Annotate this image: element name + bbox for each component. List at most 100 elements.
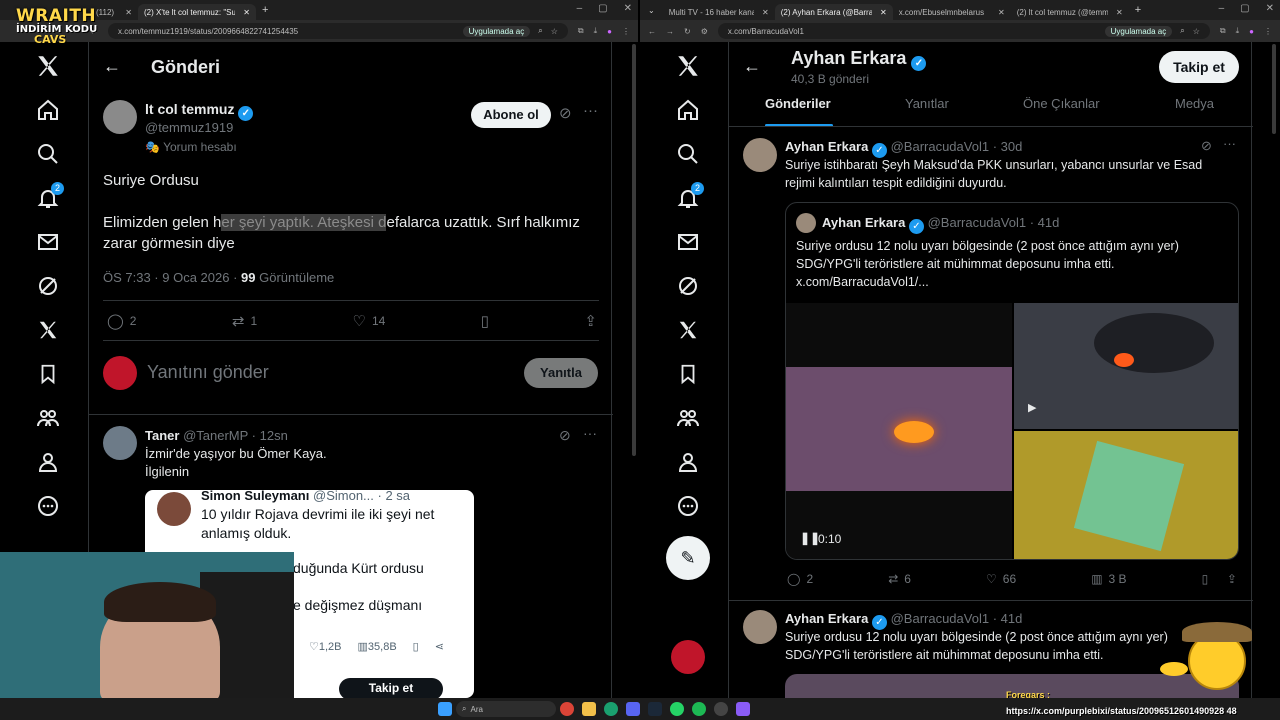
minimize-icon[interactable]: –: [577, 3, 583, 14]
open-in-app-button[interactable]: Uygulamada aç: [1104, 25, 1173, 37]
close-icon[interactable]: ✕: [1112, 8, 1123, 17]
close-icon[interactable]: ✕: [758, 8, 769, 17]
share-icon[interactable]: ⇪: [1227, 572, 1237, 586]
right-tab-4[interactable]: (2) lt col temmuz (@temmuz19 ✕: [1011, 4, 1129, 20]
maximize-icon[interactable]: ▢: [1240, 3, 1249, 14]
download-icon[interactable]: ⤓: [1236, 26, 1240, 36]
profile-avatar-icon[interactable]: ●: [1249, 27, 1254, 36]
post2-author-name[interactable]: Ayhan Erkara: [785, 611, 868, 626]
author-avatar[interactable]: [103, 100, 137, 134]
communities-icon[interactable]: [28, 398, 68, 438]
right-scrollbar[interactable]: [1272, 44, 1276, 134]
reply-submit-button[interactable]: Yanıtla: [524, 358, 598, 388]
like-button[interactable]: ♡ 66: [986, 572, 1016, 586]
communities-icon[interactable]: [668, 398, 708, 438]
share-button[interactable]: ⇪: [584, 312, 597, 330]
home-icon[interactable]: [668, 90, 708, 130]
back-arrow-icon[interactable]: ←: [743, 56, 761, 77]
post2-author-handle[interactable]: @BarracudaVol1: [891, 611, 989, 626]
steam-icon[interactable]: [648, 702, 662, 716]
profile-avatar-icon[interactable]: ●: [607, 27, 612, 36]
reply-timestamp[interactable]: · 12sn: [252, 428, 288, 443]
app-icon[interactable]: [736, 702, 750, 716]
more-options-icon[interactable]: ···: [583, 102, 598, 119]
my-avatar[interactable]: [103, 356, 137, 390]
extensions-icon[interactable]: ⧉: [578, 26, 584, 36]
download-icon[interactable]: ⤓: [594, 26, 598, 36]
maximize-icon[interactable]: ▢: [598, 3, 607, 14]
video-thumbnail-top-right[interactable]: ▶: [1014, 303, 1238, 429]
post2-author-avatar[interactable]: [743, 610, 777, 644]
file-explorer-icon[interactable]: [582, 702, 596, 716]
reply-input[interactable]: Yanıtını gönder: [147, 362, 447, 383]
post-author-name[interactable]: Ayhan Erkara: [785, 139, 868, 154]
edge-icon[interactable]: [604, 702, 618, 716]
right-tab-2[interactable]: (2) Ayhan Erkara (@BarracudaV ✕: [774, 4, 893, 20]
discord-icon[interactable]: [626, 702, 640, 716]
video-thumbnail-left[interactable]: ❚❚ 0:10: [786, 303, 1012, 559]
extensions-icon[interactable]: ⧉: [1220, 26, 1226, 36]
x-logo-icon[interactable]: [668, 46, 708, 86]
star-icon[interactable]: ☆: [551, 27, 558, 36]
profile-icon[interactable]: [28, 442, 68, 482]
left-url-field[interactable]: x.com/temmuz1919/status/2009664822741254…: [108, 23, 568, 39]
chrome-icon[interactable]: [560, 702, 574, 716]
like-button[interactable]: ♡ 14: [353, 312, 386, 330]
taskbar-search[interactable]: ⌕ Ara: [456, 701, 556, 717]
close-icon[interactable]: ✕: [994, 8, 1005, 17]
compose-post-button[interactable]: ✎: [666, 536, 710, 580]
reply-button[interactable]: ◯ 2: [787, 572, 813, 586]
quoted-post-card[interactable]: Ayhan Erkara ✓ @BarracudaVol1 · 41d Suri…: [785, 202, 1239, 560]
repost-button[interactable]: ⇄ 6: [888, 572, 911, 586]
browser-menu-icon[interactable]: ⋮: [622, 27, 630, 36]
right-tab-1[interactable]: Multi TV - 16 haber kanalını ay ✕: [663, 4, 775, 20]
home-icon[interactable]: [28, 90, 68, 130]
tab-media[interactable]: Medya: [1175, 96, 1214, 111]
author-name[interactable]: lt col temmuz ✓: [145, 101, 254, 121]
notifications-icon[interactable]: 2: [668, 178, 708, 218]
forward-icon[interactable]: →: [666, 27, 674, 36]
post-timestamp[interactable]: ÖS 7:33 · 9 Oca 2026 ·: [103, 270, 241, 285]
right-url-field[interactable]: x.com/BarracudaVol1 Uygulamada aç ⌕ ☆: [717, 23, 1210, 39]
messages-icon[interactable]: [668, 222, 708, 262]
repost-button[interactable]: ⇄ 1: [232, 312, 257, 330]
whatsapp-icon[interactable]: [670, 702, 684, 716]
notifications-icon[interactable]: 2: [28, 178, 68, 218]
grok-icon[interactable]: ⊘: [1201, 138, 1212, 154]
close-icon[interactable]: ✕: [876, 8, 887, 17]
close-window-icon[interactable]: ✕: [624, 3, 632, 14]
post-author-avatar[interactable]: [743, 138, 777, 172]
reply-more-icon[interactable]: ···: [583, 425, 597, 441]
zoom-icon[interactable]: ⌕: [1180, 26, 1184, 36]
reply-grok-icon[interactable]: ⊘: [559, 427, 571, 444]
close-icon[interactable]: ✕: [239, 8, 250, 17]
satellite-image[interactable]: [1014, 431, 1238, 559]
reload-icon[interactable]: ↻: [684, 27, 691, 36]
x-logo-icon[interactable]: [28, 46, 68, 86]
more-options-icon[interactable]: ···: [1223, 136, 1236, 151]
play-icon[interactable]: ▶: [1028, 401, 1036, 414]
close-window-icon[interactable]: ✕: [1266, 3, 1274, 14]
bookmarks-icon[interactable]: [28, 354, 68, 394]
star-icon[interactable]: ☆: [1193, 27, 1200, 36]
more-icon[interactable]: [28, 486, 68, 526]
bookmark-icon[interactable]: ▯: [1202, 572, 1209, 586]
author-handle[interactable]: @temmuz1919: [145, 120, 233, 135]
bookmark-button[interactable]: ▯: [481, 312, 489, 330]
tab-posts[interactable]: Gönderiler: [765, 96, 831, 111]
premium-x-icon[interactable]: [28, 310, 68, 350]
profile-icon[interactable]: [668, 442, 708, 482]
grok-icon[interactable]: ⊘: [559, 104, 572, 122]
left-scrollbar[interactable]: [632, 44, 636, 456]
browser-menu-icon[interactable]: ⋮: [1264, 27, 1272, 36]
back-arrow-icon[interactable]: ←: [103, 56, 121, 77]
zoom-icon[interactable]: ⌕: [538, 26, 542, 36]
minimize-icon[interactable]: –: [1219, 3, 1225, 14]
open-in-app-button[interactable]: Uygulamada aç: [462, 25, 531, 37]
views-button[interactable]: ▥ 3 B: [1091, 572, 1126, 586]
reply-button[interactable]: ◯ 2: [107, 312, 136, 330]
tab-highlights[interactable]: Öne Çıkanlar: [1023, 96, 1100, 111]
quote-link[interactable]: x.com/BarracudaVol1/...: [796, 275, 929, 289]
right-tab-3[interactable]: x.com/Ebuselmnbelarus ✕: [893, 4, 1011, 20]
reply-author-avatar[interactable]: [103, 426, 137, 460]
